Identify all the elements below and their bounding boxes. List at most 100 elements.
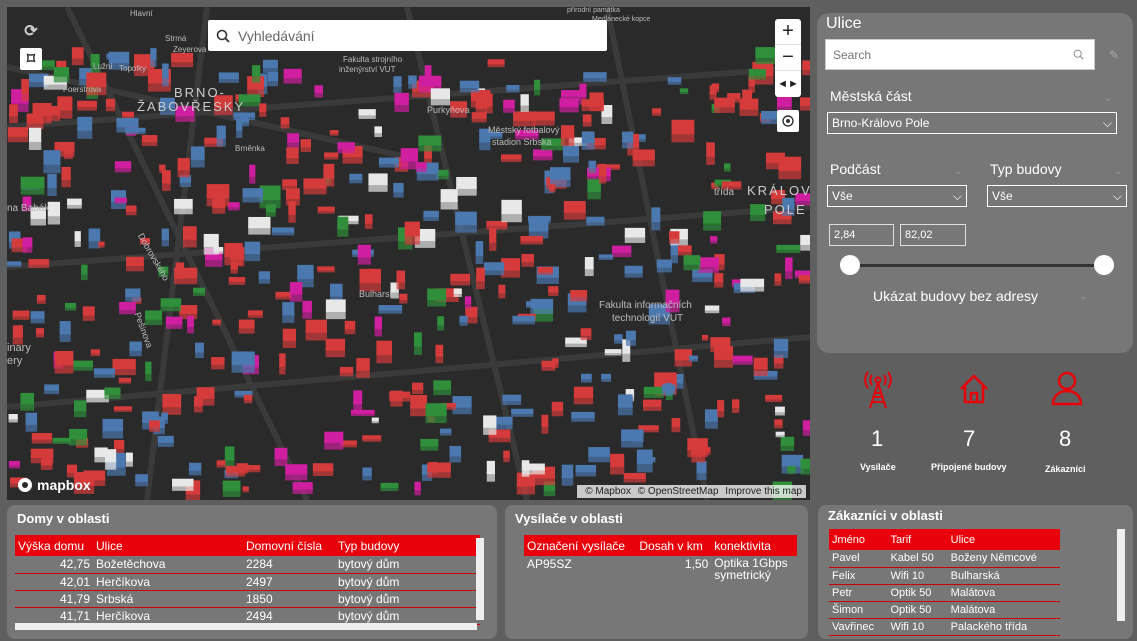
map-building [193,287,206,296]
table-row[interactable]: Felix Wifi 10 Bulharská [829,567,1060,585]
map-building [126,256,144,272]
height-max-input[interactable]: 82,02 [900,224,966,246]
map-building [374,126,382,138]
map-building [353,390,363,413]
column-header-transmitter-id[interactable]: Označení vysílače [524,535,636,556]
zoom-out-button[interactable]: − [775,45,801,71]
height-slider-min-handle[interactable] [840,255,860,275]
map-building [404,221,420,245]
geolocate-icon[interactable] [777,110,799,132]
map-label-street: Bulharská [359,289,400,299]
buildings-horizontal-scrollbar[interactable] [15,623,477,630]
cell-name: Pavel [829,550,888,568]
map-building [408,75,417,89]
cell-height: 41,79 [15,590,93,608]
attribution-mapbox-link[interactable]: © Mapbox [585,486,631,497]
map-building [582,114,592,127]
height-slider-track[interactable] [850,264,1104,267]
map-building [203,233,219,255]
table-row[interactable]: Petr Optik 50 Malátova [829,584,1060,602]
fullscreen-icon[interactable]: ⌑ [20,48,42,70]
column-header-height[interactable]: Výška domu [15,535,93,556]
map-building [520,94,529,112]
map-building [534,79,541,96]
map-building [252,65,261,83]
column-header-range[interactable]: Dosah v km [636,535,711,556]
map-building [161,228,169,247]
map-building [150,48,157,67]
table-row[interactable]: Pavel Kabel 50 Boženy Němcové [829,550,1060,568]
map-building [105,98,116,112]
column-header-name[interactable]: Jméno [829,529,887,550]
map-building [371,417,379,424]
typ-budovy-select[interactable]: Vše ⌵ [987,185,1127,207]
transmitters-panel-title: Vysílače v oblasti [515,511,623,526]
column-header-street[interactable]: Ulice [93,535,243,556]
buildings-vertical-scrollbar[interactable] [476,538,484,620]
map-building [449,445,462,463]
street-search-input[interactable] [833,47,1073,62]
cell-building-type: bytový dům [335,590,480,608]
transmitters-table: Označení vysílače Dosah v km konektivita… [524,535,797,582]
map-building [774,273,782,286]
map-search-box[interactable] [208,20,607,51]
map-building [459,315,468,326]
map-building [624,227,646,243]
map-building [362,467,372,481]
customers-vertical-scrollbar[interactable] [1117,529,1125,621]
map-building [216,125,226,147]
improve-map-link[interactable]: Improve this map [725,486,802,497]
map-building [74,231,81,247]
table-row[interactable]: Šimon Optik 50 Malátova [829,601,1060,619]
attribution-osm-link[interactable]: © OpenStreetMap [638,486,719,497]
map-building [8,460,20,469]
height-slider-max-handle[interactable] [1094,255,1114,275]
map-building [550,167,571,187]
compass-button[interactable]: ◄► [775,71,801,97]
show-no-address-toggle[interactable]: Ukázat budovy bez adresy [873,288,1038,304]
map-building [236,118,243,138]
column-header-building-type[interactable]: Typ budovy [335,535,480,556]
column-header-connectivity[interactable]: konektivita [711,535,797,556]
column-header-tariff[interactable]: Tarif [887,529,947,550]
column-header-house-numbers[interactable]: Domovní čísla [243,535,335,556]
cell-street: Herčíkova [93,607,243,625]
map-building [498,284,506,299]
map-building [637,457,656,463]
eraser-icon[interactable]: ✎ [1109,48,1119,62]
table-row[interactable]: 42,01 Herčíkova 2497 bytový dům [15,573,480,591]
map-building [159,164,166,174]
customers-count: 8 [1059,426,1072,451]
map-label-street: Purkyňova [427,105,470,115]
map-building [624,265,643,278]
map-buildings[interactable] [7,7,810,500]
map-building [625,330,636,346]
map-building [303,178,327,195]
table-row[interactable]: Vavřinec Wifi 10 Palackého třída [829,618,1060,636]
cell-street: Malátova [947,601,1060,619]
map-building [357,244,371,265]
column-header-street[interactable]: Ulice [948,529,1060,550]
map-building [702,334,709,341]
map-building [475,241,484,265]
table-row[interactable]: 41,79 Srbská 1850 bytový dům [15,590,480,608]
rotate-icon[interactable]: ⟳ [20,20,42,42]
map-search-input[interactable] [238,27,578,44]
mestska-cast-select[interactable]: Brno-Královo Pole ⌵ [827,112,1117,134]
map-building [222,480,241,497]
height-min-input[interactable]: 2,84 [829,224,894,246]
connected-buildings-count: 7 [963,426,976,451]
table-row[interactable]: 42,75 Božetěchova 2284 bytový dům [15,556,480,574]
map-label-street: třída [714,187,735,198]
connectivity-line-2: symetrický [714,568,771,582]
map-building [775,406,785,416]
table-row[interactable]: AP95SZ 1,50 Optika 1Gbps symetrický [524,556,797,582]
street-search-box[interactable] [825,39,1095,70]
zoom-in-button[interactable]: + [775,19,801,45]
table-row[interactable]: 41,71 Herčíkova 2494 bytový dům [15,607,480,625]
map-view[interactable]: BRNO- ŽABOVŘESKY KRÁLOV POLE Fakulta inf… [7,7,810,500]
podcast-select[interactable]: Vše ⌵ [827,185,967,207]
cell-transmitter-id: AP95SZ [527,557,572,571]
map-building [12,310,30,320]
map-building [661,384,676,395]
